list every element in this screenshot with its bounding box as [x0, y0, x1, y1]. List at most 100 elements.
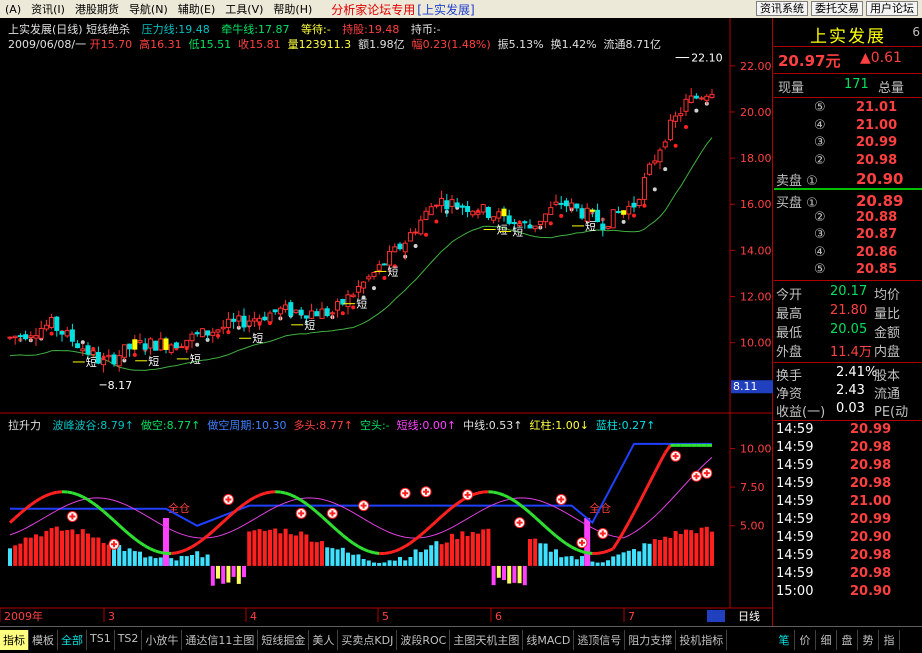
candle-body: [537, 220, 543, 226]
menu-item-hk-futures[interactable]: 港股期货: [70, 1, 124, 17]
panel-tab-3[interactable]: 盘: [837, 630, 858, 650]
panel-tab-2[interactable]: 细: [816, 630, 837, 650]
tab-12[interactable]: 线MACD: [523, 630, 575, 650]
oscillator-segment: [149, 547, 157, 553]
tab-3[interactable]: TS1: [87, 630, 115, 650]
panel-tab-5[interactable]: 指: [879, 630, 900, 650]
menu-item-a[interactable]: (A): [0, 3, 26, 16]
forum-title: 分析家论坛专用: [331, 2, 416, 17]
short-line: [9, 457, 713, 539]
chart-area[interactable]: 22.0020.0018.0016.0014.0012.0010.008.008…: [0, 18, 773, 626]
oscillator-segment: [326, 520, 334, 528]
hist-bar: [621, 552, 626, 566]
tab-7[interactable]: 短线掘金: [258, 630, 310, 650]
hist-bar: [346, 552, 350, 566]
candle-body: [111, 354, 117, 365]
hist-bar: [595, 562, 600, 566]
ohlc-value-4: 量123911.3: [287, 38, 352, 51]
hist-bar: [678, 533, 683, 566]
tick-time: 14:59: [776, 548, 814, 563]
candle-body: [413, 231, 419, 234]
menu-item-news[interactable]: 资讯(I): [26, 1, 70, 17]
panel-tab-0[interactable]: 笔: [774, 630, 795, 650]
hist-bar: [44, 530, 49, 566]
bid-ask-divider: [774, 188, 922, 190]
ohlc-value-5: 额1.98亿: [358, 38, 405, 51]
oscillator-segment: [404, 541, 412, 548]
support-dot: [652, 187, 657, 192]
panel-tab-4[interactable]: 势: [858, 630, 879, 650]
tab-11[interactable]: 主图天机主图: [450, 630, 524, 650]
oscillator-segment: [513, 499, 521, 506]
candle-body: [329, 312, 335, 315]
tab-0[interactable]: 指标: [0, 630, 29, 650]
candle-body: [491, 216, 497, 221]
user-forum-button[interactable]: 用户论坛: [866, 1, 918, 16]
hist-bar: [450, 533, 454, 566]
hist-bar: [39, 536, 44, 566]
trade-button[interactable]: 委托交易: [811, 1, 863, 16]
sub-line-value-5: 短线:0.00↑: [396, 419, 457, 432]
x-axis-label: 7: [628, 610, 635, 623]
candle-body: [116, 355, 122, 367]
buy-price: 20.89: [856, 192, 904, 210]
tick-row: 15:00 20.90: [774, 584, 922, 604]
hist-bar: [554, 549, 558, 566]
candle-body: [95, 352, 101, 364]
buy-level-label: 买盘 ①: [776, 196, 818, 211]
candle-body: [189, 333, 195, 342]
oscillator-segment: [102, 510, 110, 518]
tab-13[interactable]: 逃顶信号: [574, 630, 626, 650]
candle-body: [23, 334, 29, 340]
sell-level-label: ⑤: [814, 100, 826, 115]
hist-bar: [75, 534, 80, 566]
hist-bar: [465, 535, 470, 566]
hist-bar: [65, 530, 70, 566]
oscillator-segment: [300, 499, 308, 506]
tab-1[interactable]: 模板: [29, 630, 58, 650]
menu-item-tools[interactable]: 工具(V): [220, 1, 268, 17]
stock-chart-svg[interactable]: 22.0020.0018.0016.0014.0012.0010.008.008…: [0, 18, 773, 626]
tab-5[interactable]: 小放牛: [142, 630, 183, 650]
tab-4[interactable]: TS2: [115, 630, 143, 650]
oscillator-segment: [196, 538, 204, 545]
oscillator-segment: [529, 511, 537, 519]
fund-label: 换手: [776, 369, 803, 384]
header-line-0: 压力线:19.48: [141, 23, 210, 36]
support-dot: [340, 311, 345, 316]
tab-10[interactable]: 波段ROC: [397, 630, 451, 650]
tick-price: 20.90: [850, 584, 892, 599]
tab-2[interactable]: 全部: [58, 630, 87, 650]
divider: [774, 97, 922, 98]
hist-bar: [434, 541, 439, 566]
news-system-button[interactable]: 资讯系统: [756, 1, 808, 16]
tick-price: 20.98: [850, 476, 892, 491]
hist-bar: [382, 562, 387, 566]
oscillator-segment: [280, 490, 286, 495]
tab-8[interactable]: 美人: [309, 630, 339, 650]
menu-item-navigate[interactable]: 导航(N): [124, 1, 173, 17]
hist-bar: [314, 542, 319, 566]
tab-14[interactable]: 阻力支撑: [625, 630, 677, 650]
sub-line-value-3: 多头:8.77↑: [293, 419, 353, 432]
panel-tab-1[interactable]: 价: [795, 630, 816, 650]
stat-value: 11.4万: [830, 345, 872, 360]
oscillator-segment: [611, 539, 620, 550]
stat-value: 20.17: [830, 284, 868, 299]
tab-15[interactable]: 投机指标: [676, 630, 728, 650]
menu-item-assist[interactable]: 辅助(E): [173, 1, 221, 17]
candle-body: [527, 225, 533, 229]
candle-body: [147, 338, 153, 349]
sub-chart-header: 拉升力 波峰波谷:8.79↑ 做空:8.77↑ 做空周期:10.30 多头:8.77↑…: [8, 417, 662, 433]
candle-body: [688, 95, 694, 103]
oscillator-segment: [243, 499, 251, 506]
hist-bar: [252, 530, 257, 566]
candle-body: [85, 345, 91, 355]
tab-6[interactable]: 通达信11主图: [182, 630, 259, 650]
tab-9[interactable]: 买卖点KDJ: [338, 630, 398, 650]
hist-bar: [283, 528, 288, 566]
sell-price: 20.98: [856, 152, 898, 168]
hist-bar: [704, 526, 709, 566]
menu-item-help[interactable]: 帮助(H): [268, 1, 317, 17]
oscillator-segment: [128, 533, 136, 540]
